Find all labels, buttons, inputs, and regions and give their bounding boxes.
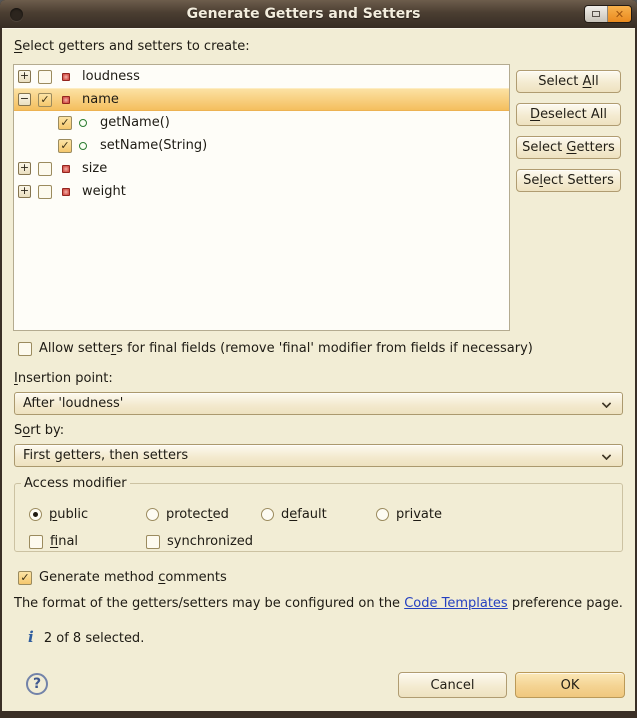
checkbox-icon [29, 535, 43, 549]
tree-checkbox[interactable] [38, 162, 52, 176]
allow-setters-checkbox[interactable]: Allow setters for final fields (remove '… [18, 341, 533, 356]
tree-item-label: weight [82, 184, 126, 199]
tree-row[interactable]: + weight [14, 180, 509, 203]
expander-icon[interactable]: + [18, 70, 31, 83]
tree-item-label: name [82, 92, 119, 107]
radio-public-label: public [49, 507, 88, 522]
generate-comments-checkbox[interactable]: ✓ Generate method comments [18, 570, 227, 585]
tree[interactable]: +loudness−✓name✓getName()✓setName(String… [13, 64, 510, 331]
tree-checkbox[interactable] [38, 70, 52, 84]
synchronized-checkbox[interactable]: synchronized [146, 534, 253, 549]
cancel-label: Cancel [430, 678, 474, 693]
expander-icon[interactable]: + [18, 185, 31, 198]
checkbox-icon [146, 535, 160, 549]
format-note: The format of the getters/setters may be… [14, 596, 623, 611]
select-setters-button[interactable]: Select Setters [516, 169, 621, 192]
tree-item-label: size [82, 161, 107, 176]
format-note-post: preference page. [508, 596, 623, 611]
titlebar[interactable]: Generate Getters and Setters ✕ [0, 0, 637, 28]
tree-checkbox[interactable]: ✓ [38, 93, 52, 107]
chevron-down-icon [602, 451, 612, 461]
radio-private-label: private [396, 507, 442, 522]
tree-row[interactable]: ✓ setName(String) [14, 134, 509, 157]
allow-setters-label: Allow setters for final fields (remove '… [39, 341, 533, 356]
sort-by-label: Sort by: [14, 423, 64, 438]
close-icon: ✕ [615, 9, 624, 20]
field-icon [62, 96, 70, 104]
synchronized-label: synchronized [167, 534, 253, 549]
tree-item-label: loudness [82, 69, 140, 84]
insertion-point-select[interactable]: After 'loudness' [14, 392, 623, 415]
field-icon [62, 188, 70, 196]
dialog-window: Generate Getters and Setters ✕ Select ge… [0, 0, 637, 718]
radio-default-label: default [281, 507, 327, 522]
close-button[interactable]: ✕ [608, 6, 631, 22]
radio-public[interactable]: public [29, 507, 88, 522]
tree-checkbox[interactable]: ✓ [58, 116, 72, 130]
chevron-down-icon [602, 399, 612, 409]
deselect-all-button[interactable]: Deselect All [516, 103, 621, 126]
tree-checkbox[interactable] [38, 185, 52, 199]
window-title: Generate Getters and Setters [40, 0, 567, 28]
radio-icon [146, 508, 159, 521]
tree-checkbox[interactable]: ✓ [58, 139, 72, 153]
radio-icon [376, 508, 389, 521]
radio-protected-label: protected [166, 507, 229, 522]
format-note-pre: The format of the getters/setters may be… [14, 596, 404, 611]
insertion-point-value: After 'loudness' [23, 396, 123, 411]
dialog-body: Select getters and setters to create: + l… [2, 28, 635, 711]
insertion-point-label: Insertion point: [14, 371, 113, 386]
radio-protected[interactable]: protected [146, 507, 229, 522]
ok-button[interactable]: OK [515, 672, 625, 698]
status-message: i 2 of 8 selected. [28, 628, 144, 646]
sort-by-select[interactable]: First getters, then setters [14, 444, 623, 467]
generate-comments-label: Generate method comments [39, 570, 227, 585]
tree-row[interactable]: + size [14, 157, 509, 180]
access-modifier-legend: Access modifier [21, 476, 130, 491]
code-templates-link[interactable]: Code Templates [404, 596, 508, 611]
tree-row[interactable]: −✓ name [14, 88, 509, 111]
help-icon: ? [33, 676, 41, 692]
select-all-label: Select All [538, 74, 598, 89]
window-controls: ✕ [584, 5, 632, 23]
cancel-button[interactable]: Cancel [398, 672, 507, 698]
method-icon [79, 142, 87, 150]
tree-row[interactable]: ✓ getName() [14, 111, 509, 134]
help-button[interactable]: ? [26, 673, 48, 695]
tree-item-label: setName(String) [100, 138, 207, 153]
select-setters-label: Select Setters [523, 173, 614, 188]
field-icon [62, 73, 70, 81]
expander-icon[interactable]: + [18, 162, 31, 175]
tree-row[interactable]: + loudness [14, 65, 509, 88]
select-members-label: Select getters and setters to create: [14, 39, 250, 54]
side-button-column: Select All Deselect All Select Getters S… [516, 70, 621, 192]
radio-icon [29, 508, 42, 521]
final-label: final [50, 534, 78, 549]
method-icon [79, 119, 87, 127]
field-icon [62, 165, 70, 173]
ok-label: OK [561, 678, 580, 693]
deselect-all-label: Deselect All [530, 107, 607, 122]
radio-default[interactable]: default [261, 507, 327, 522]
maximize-button[interactable] [585, 6, 608, 22]
access-modifier-group: Access modifier public protected default… [14, 476, 623, 552]
info-icon: i [28, 628, 34, 646]
checkbox-checked-icon: ✓ [18, 571, 32, 585]
select-all-button[interactable]: Select All [516, 70, 621, 93]
final-checkbox[interactable]: final [29, 534, 78, 549]
checkbox-icon [18, 342, 32, 356]
select-getters-button[interactable]: Select Getters [516, 136, 621, 159]
tree-item-label: getName() [100, 115, 170, 130]
expander-icon[interactable]: − [18, 93, 31, 106]
select-getters-label: Select Getters [522, 140, 615, 155]
radio-icon [261, 508, 274, 521]
radio-private[interactable]: private [376, 507, 442, 522]
sort-by-value: First getters, then setters [23, 448, 188, 463]
maximize-icon [592, 11, 600, 17]
status-text: 2 of 8 selected. [44, 631, 144, 646]
window-icon [10, 8, 23, 21]
